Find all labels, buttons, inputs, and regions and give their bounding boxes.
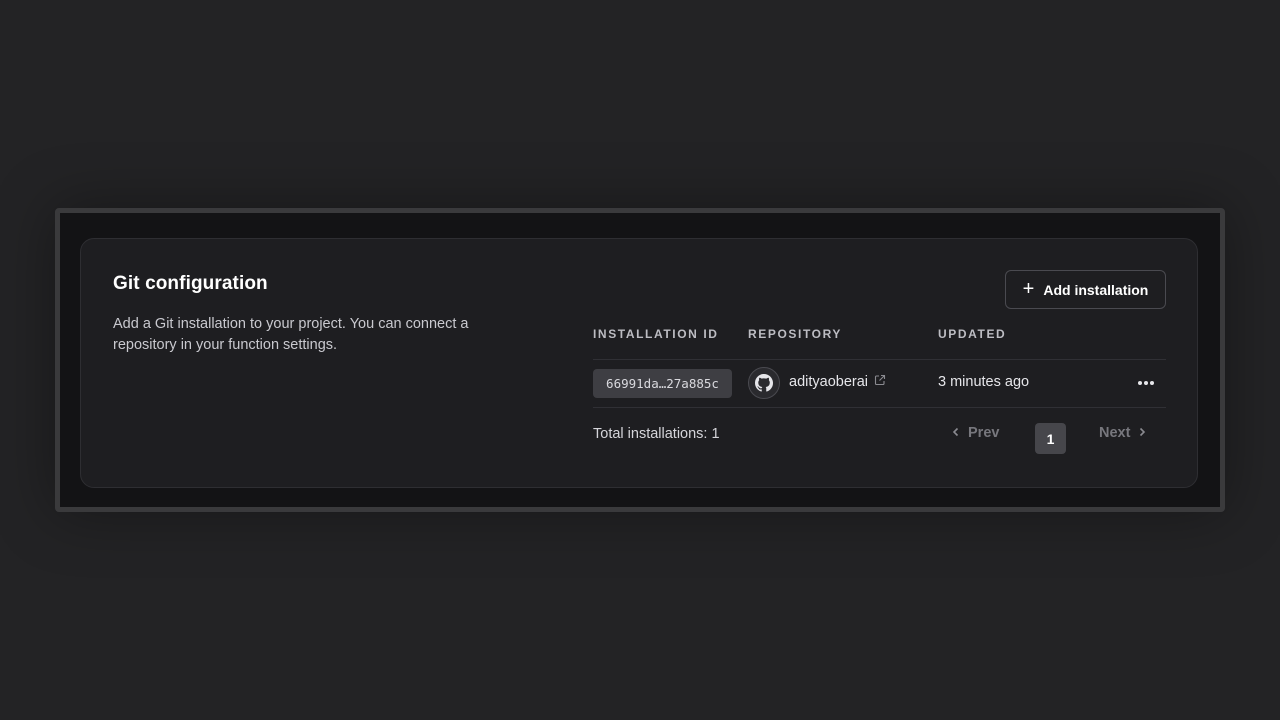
section-title: Git configuration bbox=[113, 273, 268, 294]
total-installations: Total installations: 1 bbox=[593, 426, 720, 442]
next-page-button[interactable]: Next bbox=[1099, 425, 1146, 441]
table-divider-bottom bbox=[593, 407, 1166, 408]
column-header-updated: Updated bbox=[938, 327, 1007, 341]
updated-time: 3 minutes ago bbox=[938, 374, 1030, 390]
next-label: Next bbox=[1099, 425, 1131, 441]
chevron-right-icon bbox=[1138, 425, 1146, 441]
repository-name: adityaoberai bbox=[789, 374, 868, 390]
chevron-left-icon bbox=[952, 425, 960, 441]
add-installation-label: Add installation bbox=[1043, 281, 1149, 298]
table-divider-top bbox=[593, 359, 1166, 360]
section-description: Add a Git installation to your project. … bbox=[113, 316, 469, 353]
prev-page-button[interactable]: Prev bbox=[952, 425, 999, 441]
more-horizontal-icon[interactable] bbox=[1133, 371, 1159, 395]
installation-id-chip: 66991da…27a885c bbox=[593, 369, 732, 398]
prev-label: Prev bbox=[968, 425, 1000, 441]
page-number-current[interactable]: 1 bbox=[1035, 423, 1066, 454]
column-header-repository: Repository bbox=[748, 327, 843, 341]
plus-icon: + bbox=[1022, 277, 1035, 300]
git-configuration-card: Git configuration Add a Git installation… bbox=[80, 238, 1198, 488]
github-icon bbox=[748, 367, 780, 399]
screenshot-frame: Git configuration Add a Git installation… bbox=[55, 208, 1225, 512]
external-link-icon bbox=[874, 374, 886, 390]
column-header-installation-id: Installation ID bbox=[593, 327, 719, 341]
repository-link[interactable]: adityaoberai bbox=[789, 374, 886, 390]
add-installation-button[interactable]: + Add installation bbox=[1005, 270, 1166, 309]
